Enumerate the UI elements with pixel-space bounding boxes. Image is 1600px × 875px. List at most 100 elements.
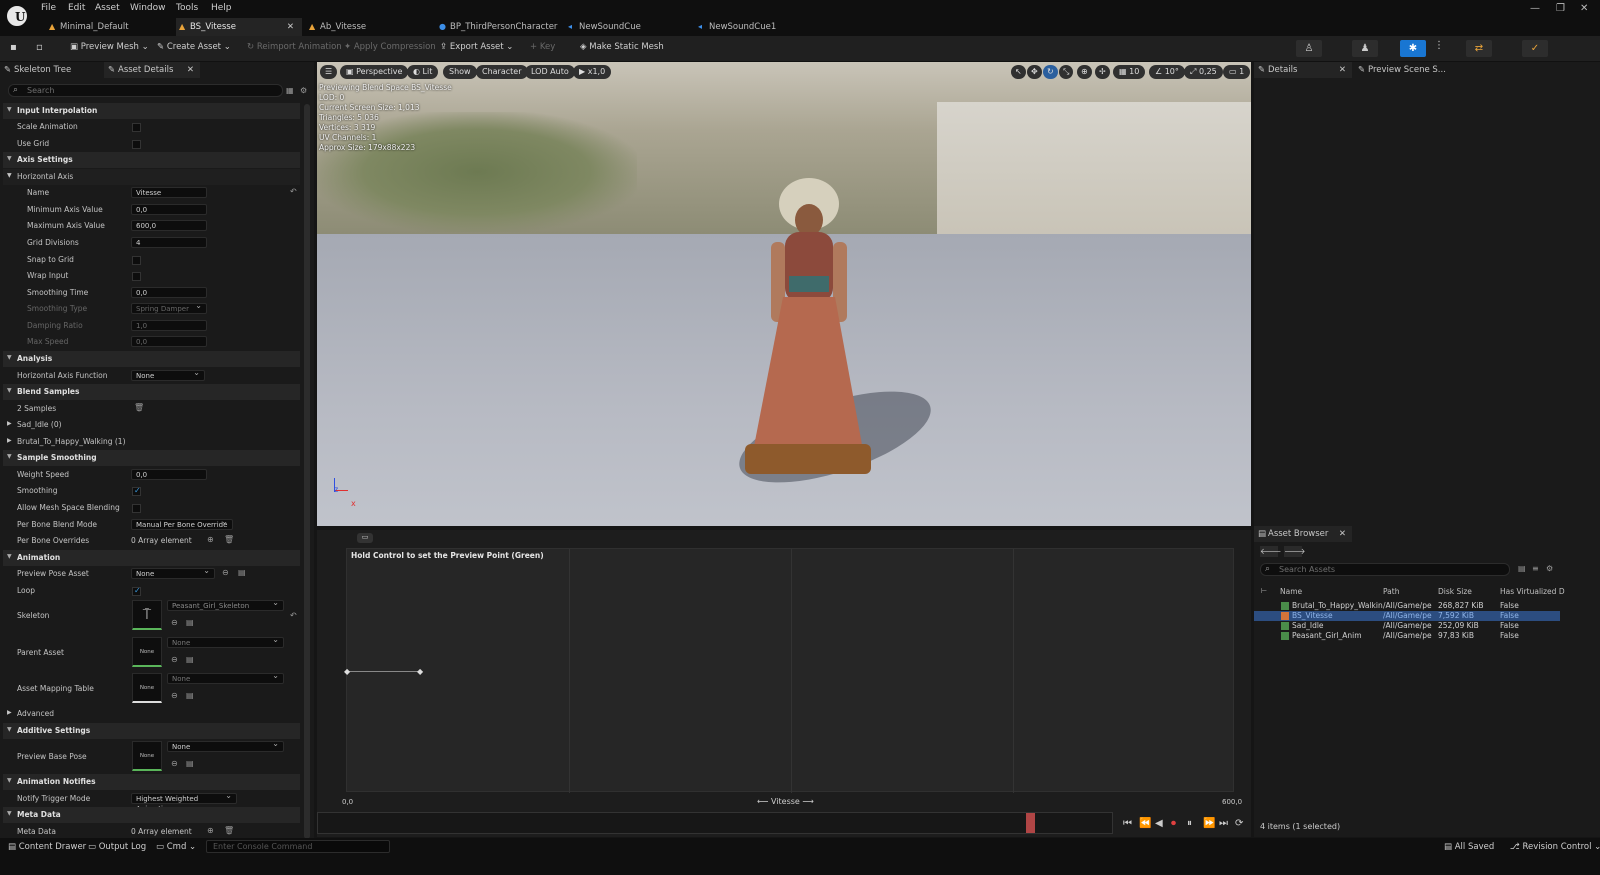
skeleton-thumbnail[interactable]: ⍑ (132, 600, 162, 630)
revision-control-button[interactable]: ⎇ Revision Control ⌄ (1510, 842, 1600, 852)
playback-timeline[interactable] (317, 812, 1113, 834)
toggle-graph-icon[interactable]: ▭ (357, 533, 373, 543)
details-scrollbar[interactable] (304, 104, 310, 839)
blueprint-mode-icon[interactable]: ⇄ (1466, 40, 1492, 57)
section-axis-settings[interactable]: ▼ Axis Settings (3, 152, 300, 168)
key-button[interactable]: + Key (530, 42, 555, 52)
playback-speed-button[interactable]: ▶ x1,0 (573, 65, 612, 79)
grid-snap-button[interactable]: ▦ 10 (1113, 65, 1146, 79)
snap-to-grid-checkbox[interactable] (132, 256, 141, 265)
browse-folder-icon[interactable]: ▤ (238, 568, 246, 577)
browse-folder-icon[interactable]: ▤ (186, 759, 194, 768)
details-search-input[interactable]: ⌕ Search (8, 84, 283, 97)
menu-window[interactable]: Window (130, 3, 166, 13)
base-pose-dropdown[interactable]: None (167, 739, 284, 752)
browse-icon[interactable]: ▫ (36, 42, 43, 53)
skip-start-icon[interactable]: ⏮ (1123, 818, 1132, 829)
skeleton-mode-icon[interactable]: ♙ (1296, 40, 1322, 57)
content-drawer-button[interactable]: ▤ Content Drawer (8, 842, 86, 852)
parent-asset-thumbnail[interactable]: None (132, 637, 162, 667)
playhead[interactable] (1026, 813, 1035, 833)
settings-icon[interactable]: ⚙ (300, 86, 307, 95)
horizontal-axis-function-dropdown[interactable]: None (131, 368, 205, 381)
menu-asset[interactable]: Asset (95, 3, 120, 13)
trash-icon[interactable]: 🗑 (224, 535, 234, 544)
asset-mapping-dropdown[interactable]: None (167, 671, 284, 684)
tab-ab-vitesse[interactable]: ▲ Ab_Vitesse (306, 18, 426, 36)
camera-speed-button[interactable]: ▭ 1 (1223, 65, 1251, 79)
preview-viewport[interactable]: x z ☰ ▣ Perspective ◐ Lit Show Character… (317, 62, 1251, 526)
trash-icon[interactable]: 🗑 (224, 826, 234, 835)
filter-icon[interactable]: ≡ (1532, 564, 1539, 573)
section-additive-settings[interactable]: ▼ Additive Settings (3, 723, 300, 739)
reset-icon[interactable]: ↶ (290, 187, 297, 196)
perspective-button[interactable]: ▣ Perspective (340, 65, 409, 79)
select-mode-icon[interactable]: ↖ (1011, 65, 1026, 79)
weight-speed-field[interactable]: 0,0 (131, 469, 207, 480)
apply-compression-button[interactable]: ✦ Apply Compression (344, 42, 436, 52)
menu-edit[interactable]: Edit (68, 3, 85, 13)
column-toggle-icon[interactable]: ⊢ (1261, 587, 1267, 595)
notify-trigger-mode-dropdown[interactable]: Highest Weighted Animation (131, 791, 237, 813)
step-back-icon[interactable]: ⏪ (1139, 818, 1151, 829)
unreal-logo-icon[interactable]: U (4, 3, 30, 29)
reimport-animation-button[interactable]: ↻ Reimport Animation (247, 42, 342, 52)
step-forward-icon[interactable]: ⏩ (1203, 818, 1215, 829)
section-blend-samples[interactable]: ▼ Blend Samples (3, 384, 300, 400)
tab-bp-thirdpersoncharacter[interactable]: ● BP_ThirdPersonCharacter (436, 18, 560, 36)
browse-folder-icon[interactable]: ▤ (186, 655, 194, 664)
animation-mode-icon[interactable]: ✱ (1400, 40, 1426, 57)
tab-newsoundcue1[interactable]: ◂ NewSoundCue1 (695, 18, 815, 36)
translate-icon[interactable]: ✥ (1027, 65, 1042, 79)
per-bone-mode-dropdown[interactable]: Manual Per Bone Override (131, 517, 233, 530)
smoothing-checkbox[interactable] (132, 486, 141, 496)
base-pose-thumbnail[interactable]: None (132, 741, 162, 771)
menu-file[interactable]: File (41, 3, 56, 13)
column-disk-size[interactable]: Disk Size (1438, 587, 1472, 596)
loop-checkbox[interactable] (132, 586, 141, 596)
surface-snap-icon[interactable]: ✢ (1095, 65, 1110, 79)
table-row[interactable]: Brutal_To_Happy_Walkin/All/Game/pe 268,82… (1259, 601, 1559, 611)
add-element-icon[interactable]: ⊕ (207, 535, 214, 544)
reset-icon[interactable]: ↶ (290, 611, 297, 620)
smoothing-time-field[interactable]: 0,0 (131, 287, 207, 298)
column-virtualized[interactable]: Has Virtualized D (1500, 587, 1565, 596)
tab-minimal-default[interactable]: ▲ Minimal_Default (46, 18, 166, 36)
tab-newsoundcue[interactable]: ◂ NewSoundCue (565, 18, 685, 36)
tab-skeleton-tree[interactable]: ✎ Skeleton Tree (0, 62, 100, 78)
sample-point-brutal-walking[interactable]: ◆ (417, 667, 423, 676)
advanced-row[interactable]: ▶ Advanced (3, 706, 300, 722)
record-icon[interactable]: ⏺ (1171, 818, 1176, 829)
table-row[interactable]: Peasant_Girl_Anim/All/Game/pe 97,83 KiB Fa… (1259, 631, 1559, 641)
output-log-button[interactable]: ▭ Output Log (88, 842, 146, 852)
lod-button[interactable]: LOD Auto (525, 65, 575, 79)
section-horizontal-axis[interactable]: ▼ Horizontal Axis (3, 169, 300, 185)
close-window-icon[interactable]: ✕ (1580, 3, 1588, 14)
skeleton-dropdown[interactable]: Peasant_Girl_Skeleton (167, 598, 284, 611)
loop-icon[interactable]: ⟳ (1235, 818, 1243, 829)
menu-tools[interactable]: Tools (176, 3, 198, 13)
allow-mesh-blending-checkbox[interactable] (132, 504, 141, 513)
asset-search-input[interactable]: ⌕ Search Assets (1260, 563, 1510, 576)
close-tab-icon[interactable]: ✕ (187, 62, 194, 78)
mesh-mode-icon[interactable]: ♟ (1352, 40, 1378, 57)
cmd-button[interactable]: ▭ Cmd ⌄ (156, 842, 196, 852)
max-axis-field[interactable]: 600,0 (131, 220, 207, 231)
use-selected-icon[interactable]: ⊖ (171, 759, 178, 768)
section-meta-data[interactable]: ▼ Meta Data (3, 807, 300, 823)
add-element-icon[interactable]: ⊕ (207, 826, 214, 835)
menu-help[interactable]: Help (211, 3, 232, 13)
tab-bs-vitesse[interactable]: ▲ BS_Vitesse ✕ (176, 18, 302, 36)
sample-brutal-walking[interactable]: ▶ Brutal_To_Happy_Walking (1) (3, 434, 300, 450)
browse-folder-icon[interactable]: ▤ (186, 618, 194, 627)
pause-icon[interactable]: ⏸ (1187, 818, 1192, 829)
create-asset-button[interactable]: ✎ Create Asset ⌄ (157, 42, 231, 52)
grid-divisions-field[interactable]: 4 (131, 237, 207, 248)
use-selected-icon[interactable]: ⊖ (171, 618, 178, 627)
table-row[interactable]: Sad_Idle/All/Game/pe 252,09 KiB False (1259, 621, 1559, 631)
sample-sad-idle[interactable]: ▶ Sad_Idle (0) (3, 417, 300, 433)
column-path[interactable]: Path (1383, 587, 1399, 596)
lit-button[interactable]: ◐ Lit (407, 65, 439, 79)
world-local-icon[interactable]: ⊕ (1077, 65, 1092, 79)
settings-icon[interactable]: ⚙ (1546, 564, 1553, 573)
